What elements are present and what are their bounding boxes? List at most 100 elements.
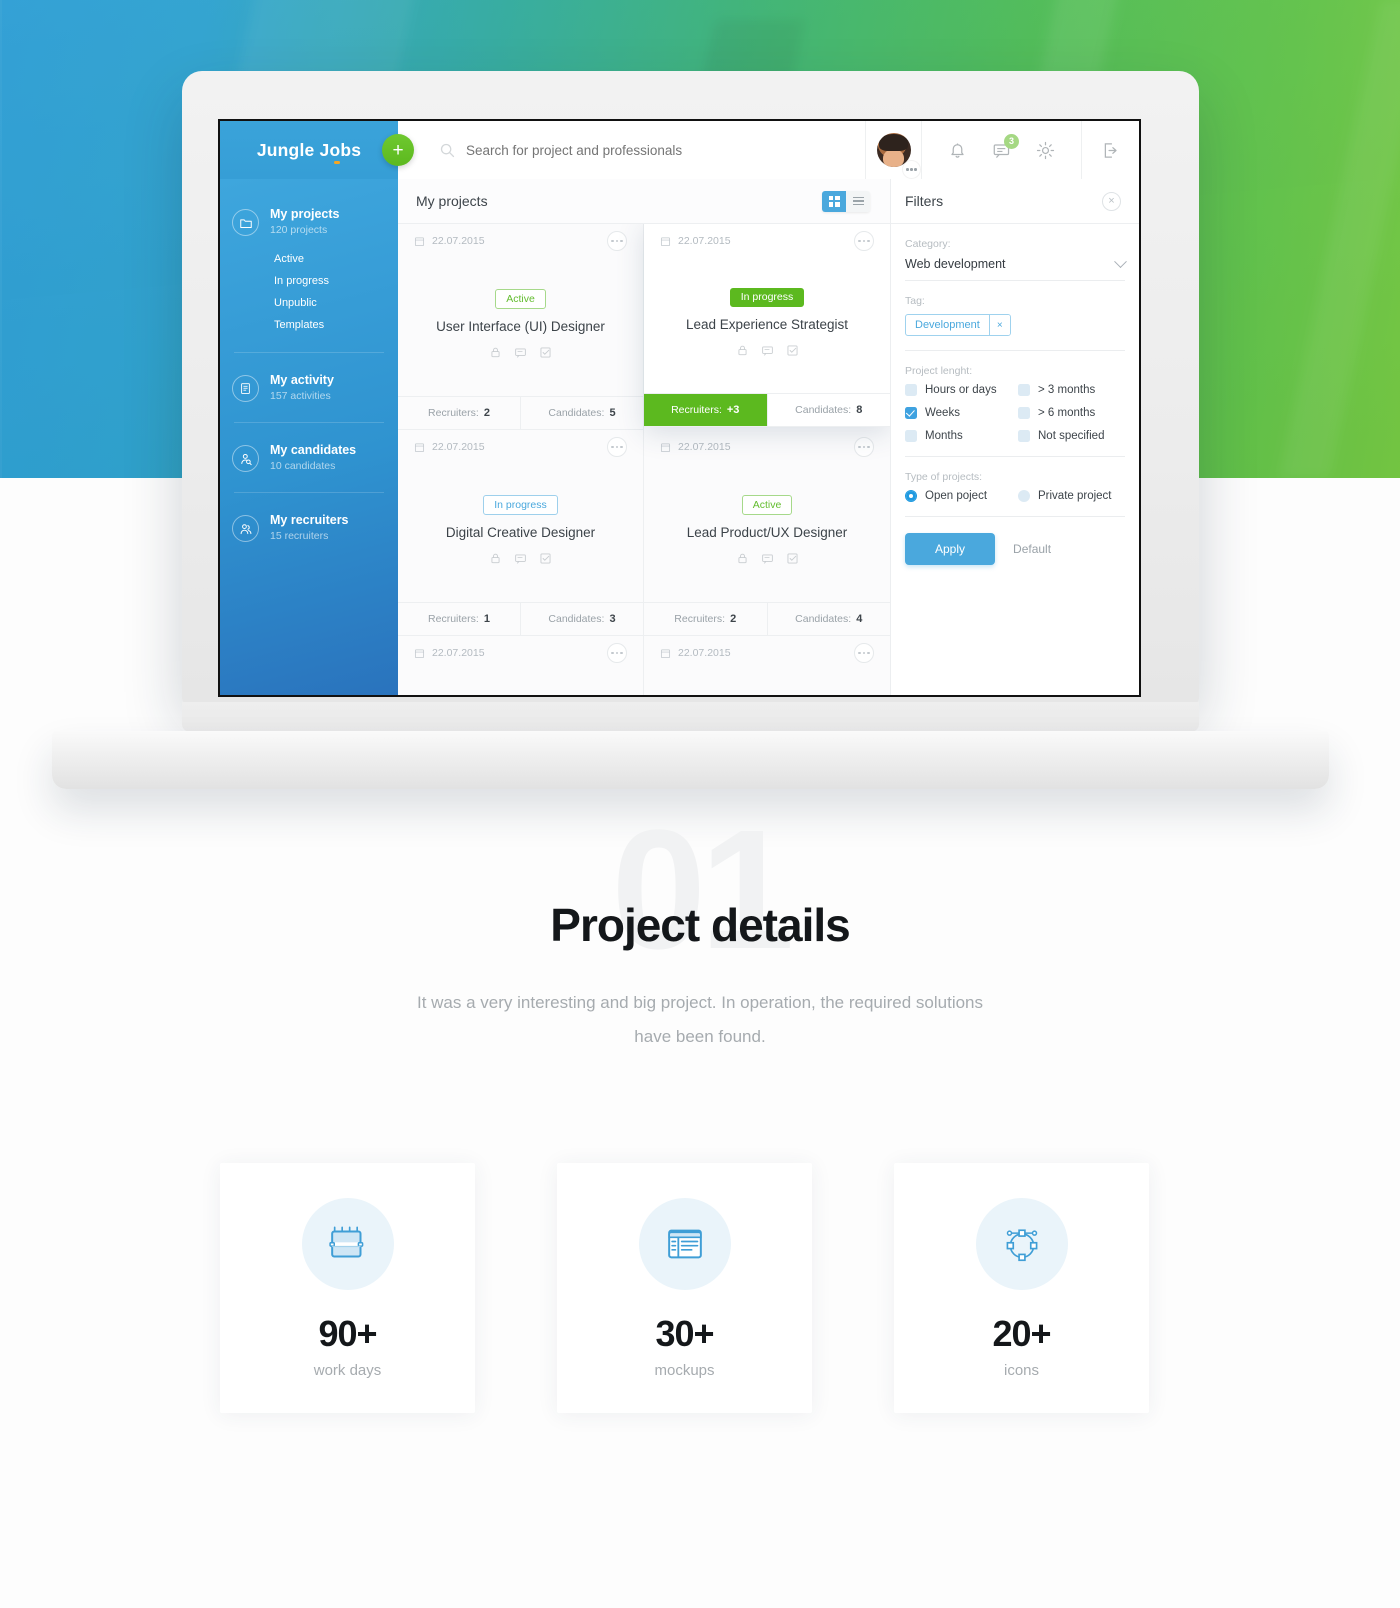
checkbox-weeks[interactable]: Weeks xyxy=(905,407,1012,419)
type-of-projects-label: Type of projects: xyxy=(905,471,983,483)
card-candidates[interactable]: Candidates: 3 xyxy=(520,603,643,635)
sidebar-item-my-candidates[interactable]: My candidates 10 candidates xyxy=(220,429,398,486)
card-menu-button[interactable] xyxy=(607,231,627,251)
category-select[interactable]: Web development xyxy=(905,254,1127,281)
lock-icon[interactable] xyxy=(736,552,749,565)
radio-open-project[interactable]: Open poject xyxy=(905,490,1012,502)
sidebar-item-in-progress[interactable]: In progress xyxy=(274,270,398,292)
project-card-partial[interactable]: 22.07.2015 xyxy=(644,636,890,695)
default-link[interactable]: Default xyxy=(1013,542,1051,556)
project-card[interactable]: 22.07.2015 Active User Interface (UI) De… xyxy=(398,224,644,430)
messages-icon[interactable]: 3 xyxy=(992,133,1019,160)
checkbox-gt-3-months[interactable]: > 3 months xyxy=(1018,384,1125,396)
project-card-grid: 22.07.2015 Active User Interface (UI) De… xyxy=(398,224,890,695)
sidebar-item-my-projects[interactable]: My projects 120 projects Active In progr… xyxy=(220,193,398,346)
card-menu-button[interactable] xyxy=(854,231,874,251)
sidebar-item-active[interactable]: Active xyxy=(274,248,398,270)
sidebar-item-title: My activity xyxy=(270,373,334,387)
comment-icon[interactable] xyxy=(514,552,527,565)
card-recruiters[interactable]: Recruiters: 2 xyxy=(644,603,767,635)
filter-category: Category: Web development xyxy=(905,238,1127,281)
sidebar-item-my-activity[interactable]: My activity 157 activities xyxy=(220,359,398,416)
sidebar-item-unpublic[interactable]: Unpublic xyxy=(274,292,398,314)
radio-button-selected[interactable] xyxy=(905,490,917,502)
comment-icon[interactable] xyxy=(514,346,527,359)
card-menu-button[interactable] xyxy=(854,437,874,457)
apply-button[interactable]: Apply xyxy=(905,533,996,565)
sidebar-item-subtitle: 157 activities xyxy=(270,390,331,402)
checkbox-icon[interactable] xyxy=(786,344,799,357)
sidebar-item-title: My candidates xyxy=(270,443,357,457)
comment-icon[interactable] xyxy=(761,552,774,565)
checkbox-box[interactable] xyxy=(1018,430,1030,442)
checkbox-hours-or-days[interactable]: Hours or days xyxy=(905,384,1012,396)
checkbox-icon[interactable] xyxy=(539,552,552,565)
background-shape xyxy=(1279,0,1400,478)
settings-gear-icon[interactable] xyxy=(1036,141,1055,160)
project-card[interactable]: 22.07.2015 In progress Digital Creative … xyxy=(398,430,644,636)
card-date-text: 22.07.2015 xyxy=(432,441,485,453)
checkbox-box[interactable] xyxy=(1018,384,1030,396)
search-input[interactable] xyxy=(466,142,846,158)
checkbox-icon[interactable] xyxy=(539,346,552,359)
message-count-badge: 3 xyxy=(1004,133,1019,149)
card-header: 22.07.2015 xyxy=(398,636,643,670)
card-recruiters[interactable]: Recruiters: 2 xyxy=(398,397,520,429)
app-logo[interactable]: Jungle Jobs xyxy=(257,140,361,161)
radio-private-project[interactable]: Private project xyxy=(1018,490,1125,502)
stat-label: mockups xyxy=(654,1361,715,1379)
add-new-button[interactable]: + xyxy=(382,134,414,166)
project-card-partial[interactable]: 22.07.2015 xyxy=(398,636,644,695)
grid-view-icon[interactable] xyxy=(822,190,846,212)
card-candidates[interactable]: Candidates: 8 xyxy=(766,394,891,426)
view-toggle[interactable] xyxy=(822,190,870,212)
card-header: 22.07.2015 xyxy=(644,224,890,258)
stat-label: icons xyxy=(1003,1361,1040,1379)
radio-button[interactable] xyxy=(1018,490,1030,502)
stat-label: work days xyxy=(313,1361,382,1379)
search-bar[interactable] xyxy=(398,121,865,179)
project-card[interactable]: 22.07.2015 Active Lead Product/UX Design… xyxy=(644,430,890,636)
comment-icon[interactable] xyxy=(761,344,774,357)
filters-body: Category: Web development Tag: Developme… xyxy=(891,224,1139,565)
lock-icon[interactable] xyxy=(736,344,749,357)
card-menu-button[interactable] xyxy=(607,437,627,457)
logout-cell[interactable] xyxy=(1081,121,1139,179)
lock-icon[interactable] xyxy=(489,346,502,359)
checkbox-months[interactable]: Months xyxy=(905,430,1012,442)
sidebar-item-templates[interactable]: Templates xyxy=(274,314,398,336)
tag-chip[interactable]: Development × xyxy=(905,314,1011,336)
candidates-count: 3 xyxy=(609,613,616,625)
avatar-menu-icon[interactable] xyxy=(903,161,920,178)
checkbox-gt-6-months[interactable]: > 6 months xyxy=(1018,407,1125,419)
brand-block: Jungle Jobs + xyxy=(220,121,414,179)
checkbox-label: Hours or days xyxy=(925,384,997,396)
checkbox-box[interactable] xyxy=(905,430,917,442)
recruiters-label: Recruiters: xyxy=(428,407,479,419)
card-footer: Recruiters: 2 Candidates: 5 xyxy=(398,396,643,429)
notifications-bell-icon[interactable] xyxy=(948,141,967,160)
card-candidates[interactable]: Candidates: 4 xyxy=(766,603,891,635)
checkbox-box[interactable] xyxy=(1018,407,1030,419)
checkbox-box[interactable] xyxy=(905,384,917,396)
checkbox-label: Months xyxy=(925,430,963,442)
card-recruiters[interactable]: Recruiters: 1 xyxy=(398,603,520,635)
project-card-selected[interactable]: 22.07.2015 In progress Lead Experience S… xyxy=(644,224,890,427)
sidebar-item-my-recruiters[interactable]: My recruiters 15 recruiters xyxy=(220,499,398,556)
list-view-icon[interactable] xyxy=(846,190,870,212)
sidebar-item-subtitle: 15 recruiters xyxy=(270,530,329,542)
close-icon[interactable]: × xyxy=(1102,191,1121,211)
card-recruiters[interactable]: Recruiters: +3 xyxy=(644,394,767,426)
tag-remove-button[interactable]: × xyxy=(988,315,1010,335)
checkbox-not-specified[interactable]: Not specified xyxy=(1018,430,1125,442)
card-candidates[interactable]: Candidates: 5 xyxy=(520,397,643,429)
card-menu-button[interactable] xyxy=(607,643,627,663)
checkbox-icon[interactable] xyxy=(786,552,799,565)
card-body: Active Lead Product/UX Designer xyxy=(644,464,890,602)
card-menu-button[interactable] xyxy=(854,643,874,663)
user-avatar-cell[interactable] xyxy=(865,121,921,179)
logout-icon[interactable] xyxy=(1101,141,1120,160)
recruiters-count: +3 xyxy=(726,404,740,416)
lock-icon[interactable] xyxy=(489,552,502,565)
checkbox-box-checked[interactable] xyxy=(905,407,917,419)
